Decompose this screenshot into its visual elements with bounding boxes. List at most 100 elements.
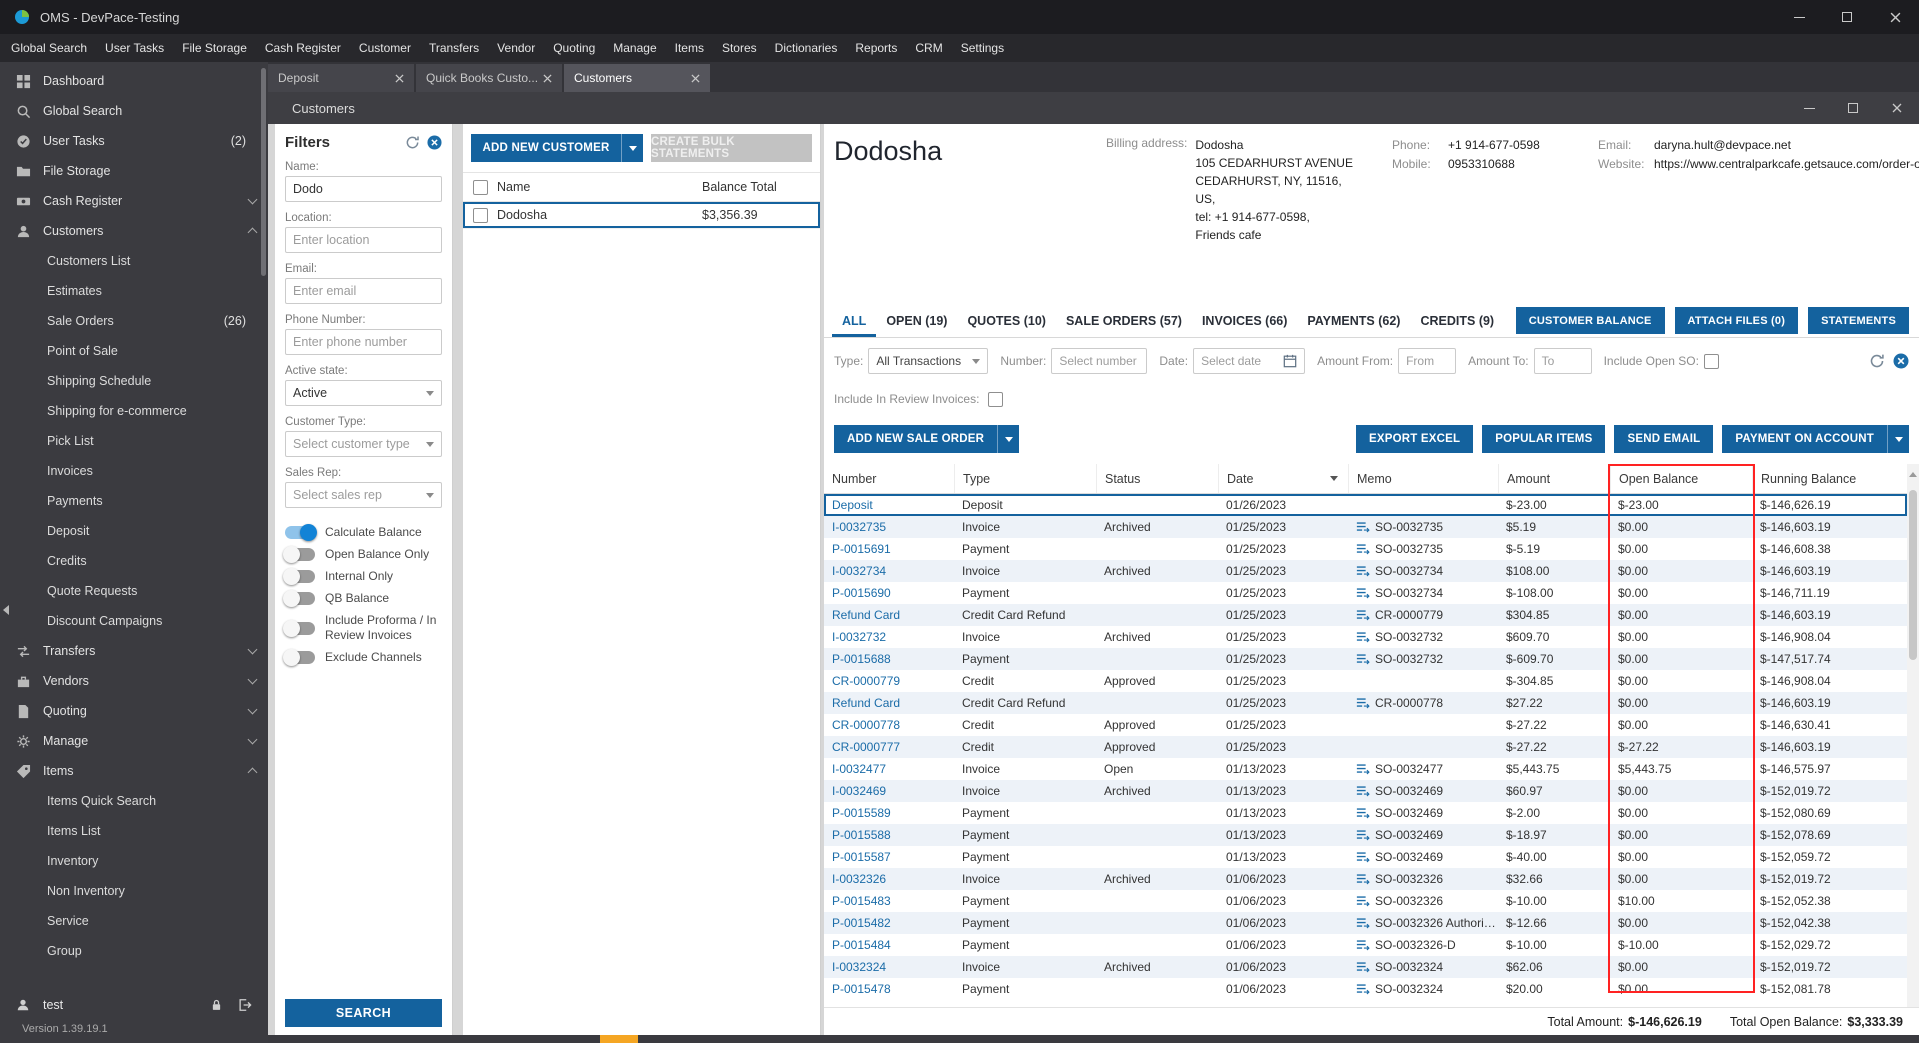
transaction-row[interactable]: P-0015478 Payment 01/06/2023 SO-0032324 … [824, 978, 1907, 1000]
menu-item[interactable]: Manage [604, 34, 665, 62]
table-scrollbar[interactable] [1907, 464, 1919, 1007]
transaction-row[interactable]: I-0032477 Invoice Open 01/13/2023 SO-003… [824, 758, 1907, 780]
transaction-row[interactable]: P-0015482 Payment 01/06/2023 SO-0032326 … [824, 912, 1907, 934]
refresh-icon[interactable] [1869, 353, 1885, 369]
sidebar-subitem[interactable]: Group [0, 936, 268, 966]
sidebar-item-file-storage[interactable]: File Storage [0, 156, 268, 186]
sidebar-collapse-button[interactable] [0, 600, 12, 620]
menu-item[interactable]: Transfers [420, 34, 488, 62]
transaction-number-link[interactable]: P-0015688 [824, 652, 954, 666]
transaction-number-link[interactable]: I-0032735 [824, 520, 954, 534]
menu-item[interactable]: Global Search [2, 34, 96, 62]
detail-header-button[interactable]: CUSTOMER BALANCE [1515, 307, 1665, 334]
transaction-row[interactable]: Refund Card Credit Card Refund 01/25/202… [824, 604, 1907, 626]
payment-on-account-dropdown-button[interactable] [1887, 425, 1909, 453]
sidebar-subitem[interactable]: Point of Sale [0, 336, 268, 366]
menu-item[interactable]: User Tasks [96, 34, 173, 62]
sidebar-item-vendors[interactable]: Vendors [0, 666, 268, 696]
sidebar-subitem[interactable]: Sale Orders (26) [0, 306, 268, 336]
toggle-switch[interactable] [283, 568, 315, 585]
transaction-number-link[interactable]: I-0032732 [824, 630, 954, 644]
sidebar-subitem[interactable]: Customers List [0, 246, 268, 276]
sidebar-subitem[interactable]: Payments [0, 486, 268, 516]
transaction-row[interactable]: Deposit Deposit 01/26/2023 $-23.00 $-23.… [824, 494, 1907, 516]
amount-to-input[interactable]: To [1533, 348, 1592, 374]
filter-toggle[interactable]: Exclude Channels [283, 649, 442, 666]
amount-from-input[interactable]: From [1398, 348, 1457, 374]
transaction-row[interactable]: CR-0000778 Credit Approved 01/25/2023 $-… [824, 714, 1907, 736]
transaction-row[interactable]: I-0032732 Invoice Archived 01/25/2023 SO… [824, 626, 1907, 648]
column-header-date[interactable]: Date [1218, 464, 1348, 493]
export-excel-button[interactable]: EXPORT EXCEL [1356, 425, 1474, 453]
transaction-row[interactable]: I-0032324 Invoice Archived 01/06/2023 SO… [824, 956, 1907, 978]
column-header-status[interactable]: Status [1096, 464, 1218, 493]
filter-toggle[interactable]: Calculate Balance [285, 524, 442, 541]
document-tab[interactable]: Customers [564, 64, 710, 92]
filter-toggle[interactable]: Open Balance Only [283, 546, 442, 563]
transaction-row[interactable]: I-0032326 Invoice Archived 01/06/2023 SO… [824, 868, 1907, 890]
transaction-number-link[interactable]: Deposit [824, 498, 954, 512]
filter-field-input[interactable]: Active [285, 380, 442, 406]
transaction-tab[interactable]: QUOTES (10) [957, 304, 1056, 337]
transaction-number-link[interactable]: P-0015483 [824, 894, 954, 908]
payment-on-account-button[interactable]: PAYMENT ON ACCOUNT [1722, 425, 1887, 453]
document-tab[interactable]: Quick Books Custo... [416, 64, 562, 92]
close-button[interactable] [1871, 0, 1919, 34]
transaction-number-link[interactable]: P-0015589 [824, 806, 954, 820]
transaction-number-link[interactable]: CR-0000779 [824, 674, 954, 688]
sidebar-subitem[interactable]: Discount Campaigns [0, 606, 268, 636]
transaction-row[interactable]: I-0032735 Invoice Archived 01/25/2023 SO… [824, 516, 1907, 538]
sidebar-item-dashboard[interactable]: Dashboard [0, 66, 268, 96]
filter-field-input[interactable]: Select sales rep [285, 482, 442, 508]
column-header-type[interactable]: Type [954, 464, 1096, 493]
create-bulk-statements-button[interactable]: CREATE BULK STATEMENTS [651, 134, 812, 162]
transaction-row[interactable]: P-0015589 Payment 01/13/2023 SO-0032469 … [824, 802, 1907, 824]
sidebar-item-manage[interactable]: Manage [0, 726, 268, 756]
sidebar-subitem[interactable]: Shipping Schedule [0, 366, 268, 396]
menu-item[interactable]: File Storage [173, 34, 256, 62]
module-close-button[interactable] [1875, 92, 1919, 124]
transaction-number-link[interactable]: I-0032477 [824, 762, 954, 776]
popular-items-button[interactable]: POPULAR ITEMS [1482, 425, 1606, 453]
minimize-button[interactable] [1775, 0, 1823, 34]
include-open-so-checkbox[interactable] [1703, 353, 1719, 369]
select-all-checkbox[interactable] [472, 179, 488, 195]
sidebar-subitem[interactable]: Items Quick Search [0, 786, 268, 816]
filter-field-input[interactable]: Enter email [285, 278, 442, 304]
sidebar-item-user-tasks[interactable]: User Tasks (2) [0, 126, 268, 156]
transaction-tab[interactable]: OPEN (19) [876, 304, 957, 337]
sidebar-item-items[interactable]: Items [0, 756, 268, 786]
sidebar-subitem[interactable]: Quote Requests [0, 576, 268, 606]
menu-item[interactable]: Stores [713, 34, 766, 62]
sidebar-item-cash-register[interactable]: Cash Register [0, 186, 268, 216]
module-maximize-button[interactable] [1831, 92, 1875, 124]
sidebar-subitem[interactable]: Items List [0, 816, 268, 846]
transaction-row[interactable]: P-0015588 Payment 01/13/2023 SO-0032469 … [824, 824, 1907, 846]
sidebar-subitem[interactable]: Deposit [0, 516, 268, 546]
sidebar-item-customers[interactable]: Customers [0, 216, 268, 246]
tab-close-icon[interactable] [691, 73, 700, 83]
send-email-button[interactable]: SEND EMAIL [1614, 425, 1714, 453]
transaction-number-link[interactable]: P-0015478 [824, 982, 954, 996]
filter-toggle[interactable]: Include Proforma / In Review Invoices [283, 613, 442, 643]
sidebar-item-global-search[interactable]: Global Search [0, 96, 268, 126]
sidebar-subitem[interactable]: Inventory [0, 846, 268, 876]
menu-item[interactable]: CRM [906, 34, 951, 62]
horizontal-scrollbar[interactable] [268, 1035, 1919, 1043]
type-filter-select[interactable]: All Transactions [868, 348, 989, 374]
customer-row[interactable]: Dodosha $3,356.39 [463, 202, 820, 229]
transaction-number-link[interactable]: CR-0000777 [824, 740, 954, 754]
filter-field-input[interactable]: Enter location [285, 227, 442, 253]
add-new-customer-button[interactable]: ADD NEW CUSTOMER [471, 134, 621, 162]
transaction-row[interactable]: I-0032469 Invoice Archived 01/13/2023 SO… [824, 780, 1907, 802]
filter-field-input[interactable]: Select customer type [285, 431, 442, 457]
menu-item[interactable]: Reports [846, 34, 906, 62]
transaction-tab[interactable]: CREDITS (9) [1410, 304, 1504, 337]
column-header-number[interactable]: Number [824, 464, 954, 493]
tab-close-icon[interactable] [395, 73, 404, 83]
add-new-sale-order-button[interactable]: ADD NEW SALE ORDER [834, 425, 998, 453]
column-header-running-balance[interactable]: Running Balance [1752, 464, 1907, 493]
document-tab[interactable]: Deposit [268, 64, 414, 92]
sidebar-subitem[interactable]: Invoices [0, 456, 268, 486]
row-checkbox[interactable] [472, 207, 488, 223]
